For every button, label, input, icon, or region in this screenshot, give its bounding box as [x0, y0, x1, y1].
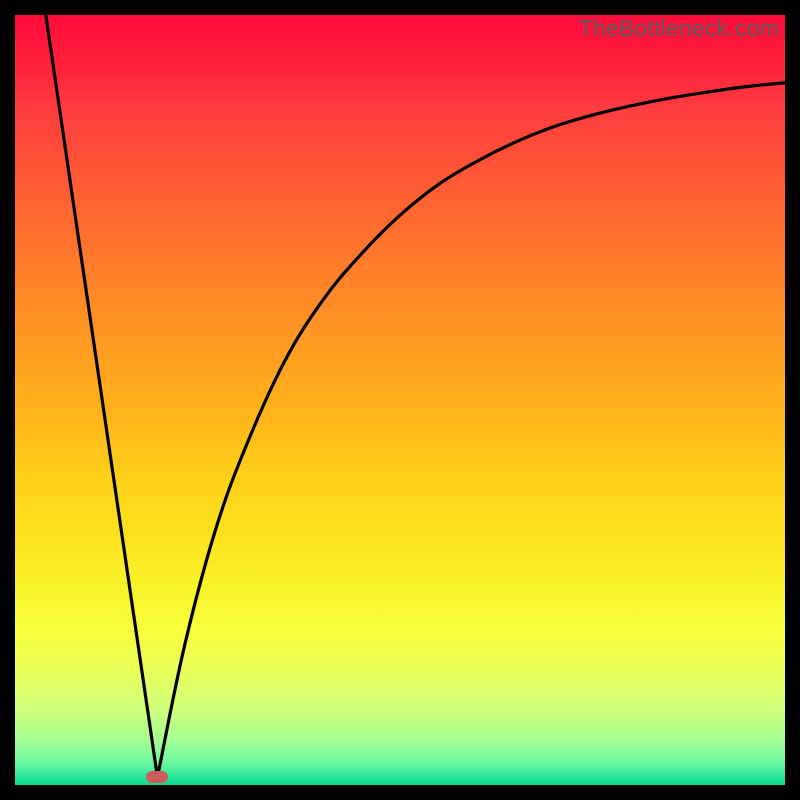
bottleneck-curve: [15, 15, 785, 785]
plot-area: TheBottleneck.com: [15, 15, 785, 785]
optimum-marker: [146, 771, 168, 783]
chart-frame: TheBottleneck.com: [0, 0, 800, 800]
curve-path: [46, 15, 785, 777]
